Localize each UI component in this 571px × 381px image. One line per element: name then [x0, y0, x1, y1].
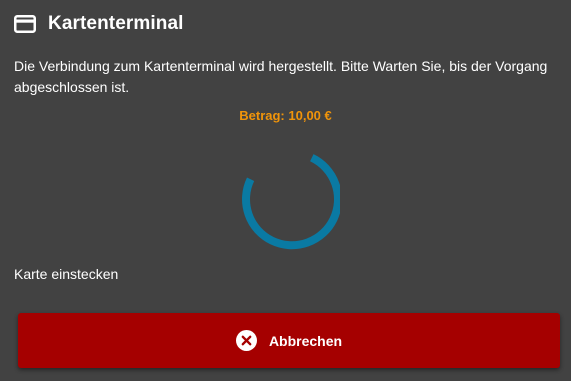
credit-card-icon	[14, 15, 36, 33]
close-circle-icon	[235, 330, 257, 351]
dialog-title: Kartenterminal	[48, 13, 184, 34]
loading-spinner-icon	[236, 152, 342, 250]
cancel-button[interactable]: Abbrechen	[18, 313, 560, 368]
status-text: Karte einstecken	[14, 266, 119, 282]
amount-label: Betrag: 10,00 €	[239, 108, 332, 123]
cancel-button-label: Abbrechen	[268, 332, 343, 349]
dialog-header: Kartenterminal	[14, 10, 184, 38]
card-terminal-dialog: Kartenterminal Die Verbindung zum Karten…	[0, 0, 571, 381]
connection-message: Die Verbindung zum Kartenterminal wird h…	[14, 58, 548, 95]
